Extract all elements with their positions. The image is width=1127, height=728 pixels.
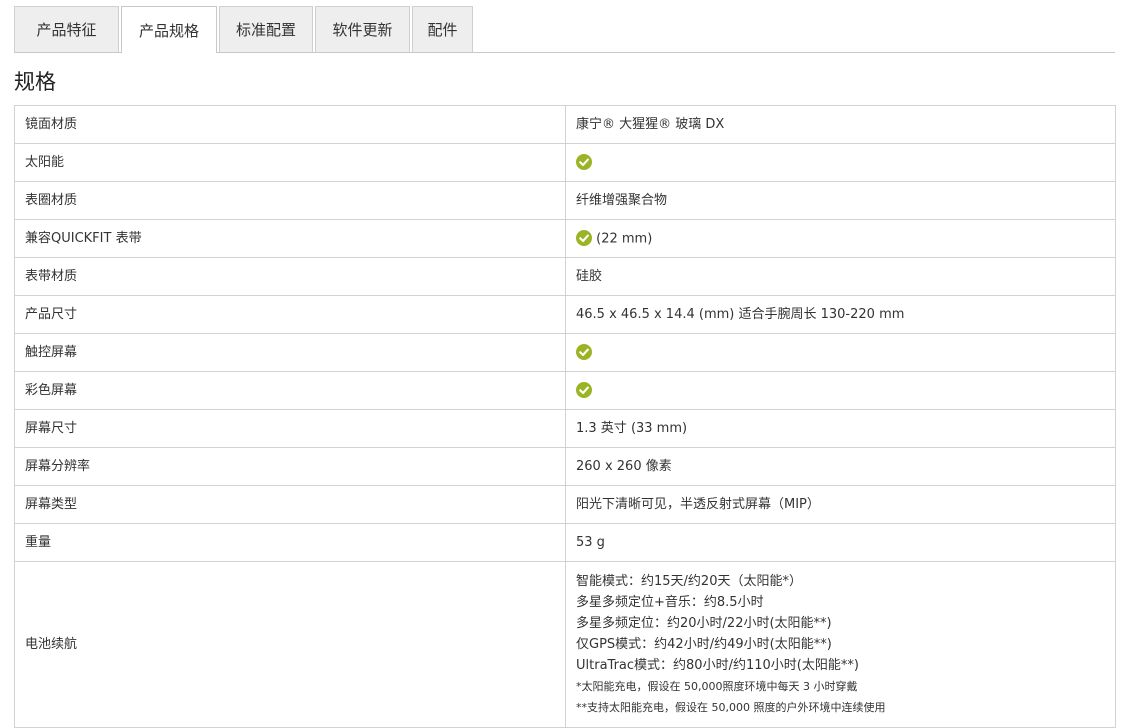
- spec-value: [565, 333, 1116, 372]
- spec-value-text: 硅胶: [576, 269, 603, 284]
- spec-row: 重量 53 g: [14, 523, 1116, 562]
- spec-label: 太阳能: [14, 143, 566, 182]
- spec-row: 太阳能: [14, 143, 1116, 182]
- spec-value: 纤维增强聚合物: [565, 181, 1116, 220]
- spec-row: 兼容QUICKFIT 表带 (22 mm): [14, 219, 1116, 258]
- battery-mode-line: 智能模式：约15天/约20天（太阳能*）: [576, 574, 802, 589]
- section-title: 规格: [14, 70, 56, 94]
- spec-value: 260 x 260 像素: [565, 447, 1116, 486]
- spec-value: 硅胶: [565, 257, 1116, 296]
- spec-value: (22 mm): [565, 219, 1116, 258]
- spec-label: 产品尺寸: [14, 295, 566, 334]
- tab-specs[interactable]: 产品规格: [121, 6, 217, 53]
- spec-label: 彩色屏幕: [14, 371, 566, 410]
- spec-row: 表圈材质 纤维增强聚合物: [14, 181, 1116, 220]
- spec-row: 屏幕尺寸 1.3 英寸 (33 mm): [14, 409, 1116, 448]
- spec-value: 阳光下清晰可见，半透反射式屏幕（MIP）: [565, 485, 1116, 524]
- tab-accessories[interactable]: 配件: [412, 6, 473, 52]
- battery-mode-line: 仅GPS模式：约42小时/约49小时(太阳能**): [576, 637, 832, 652]
- check-circle-icon: [576, 229, 592, 246]
- battery-mode-line: 多星多频定位+音乐：约8.5小时: [576, 595, 764, 610]
- spec-row: 表带材质 硅胶: [14, 257, 1116, 296]
- tab-in-the-box[interactable]: 标准配置: [219, 6, 313, 52]
- tab-software-updates[interactable]: 软件更新: [315, 6, 410, 52]
- tab-bar: 产品特征 产品规格 标准配置 软件更新 配件: [14, 5, 1115, 53]
- spec-value-text: 260 x 260 像素: [576, 459, 672, 474]
- spec-row: 触控屏幕: [14, 333, 1116, 372]
- spec-label: 兼容QUICKFIT 表带: [14, 219, 566, 258]
- spec-label: 触控屏幕: [14, 333, 566, 372]
- spec-row: 产品尺寸 46.5 x 46.5 x 14.4 (mm) 适合手腕周长 130-2…: [14, 295, 1116, 334]
- spec-value-text: 纤维增强聚合物: [576, 193, 668, 208]
- battery-footnote: **支持太阳能充电，假设在 50,000 照度的户外环境中连续使用: [576, 701, 886, 714]
- spec-label: 重量: [14, 523, 566, 562]
- spec-value: 53 g: [565, 523, 1116, 562]
- spec-value: 康宁® 大猩猩® 玻璃 DX: [565, 105, 1116, 144]
- battery-life-list: 智能模式：约15天/约20天（太阳能*） 多星多频定位+音乐：约8.5小时多星多频…: [565, 561, 1116, 728]
- spec-value-text: 46.5 x 46.5 x 14.4 (mm) 适合手腕周长 130-220 m…: [576, 307, 905, 322]
- check-circle-icon: [576, 381, 592, 398]
- spec-row: 屏幕分辨率 260 x 260 像素: [14, 447, 1116, 486]
- tab-features[interactable]: 产品特征: [14, 6, 119, 52]
- spec-label: 屏幕分辨率: [14, 447, 566, 486]
- check-circle-icon: [576, 153, 592, 170]
- spec-label: 屏幕尺寸: [14, 409, 566, 448]
- spec-label: 电池续航: [14, 561, 566, 728]
- spec-value: [565, 143, 1116, 182]
- spec-value-text: 康宁® 大猩猩® 玻璃 DX: [576, 117, 725, 132]
- spec-row: 彩色屏幕: [14, 371, 1116, 410]
- spec-value-text: (22 mm): [596, 231, 653, 246]
- spec-label: 镜面材质: [14, 105, 566, 144]
- check-circle-icon: [576, 343, 592, 360]
- spec-value-text: 53 g: [576, 535, 605, 550]
- spec-row: 镜面材质 康宁® 大猩猩® 玻璃 DX: [14, 105, 1116, 144]
- spec-label: 屏幕类型: [14, 485, 566, 524]
- spec-label: 表圈材质: [14, 181, 566, 220]
- specs-table: 镜面材质 康宁® 大猩猩® 玻璃 DX 太阳能 表圈材质 纤维增强聚合物 兼容QUICKF…: [14, 105, 1116, 728]
- spec-label: 表带材质: [14, 257, 566, 296]
- spec-row: 屏幕类型 阳光下清晰可见，半透反射式屏幕（MIP）: [14, 485, 1116, 524]
- battery-footnote: *太阳能充电，假设在 50,000照度环境中每天 3 小时穿戴: [576, 680, 858, 693]
- battery-mode-line: 多星多频定位：约20小时/22小时(太阳能**): [576, 616, 832, 631]
- spec-value-text: 阳光下清晰可见，半透反射式屏幕（MIP）: [576, 497, 820, 512]
- spec-value: 1.3 英寸 (33 mm): [565, 409, 1116, 448]
- battery-mode-line: UltraTrac模式：约80小时/约110小时(太阳能**): [576, 658, 859, 673]
- spec-value: 46.5 x 46.5 x 14.4 (mm) 适合手腕周长 130-220 m…: [565, 295, 1116, 334]
- spec-row-battery: 电池续航 智能模式：约15天/约20天（太阳能*） 多星多频定位+音乐：约8.5小时…: [14, 561, 1116, 728]
- spec-value-text: 1.3 英寸 (33 mm): [576, 421, 688, 436]
- spec-value: [565, 371, 1116, 410]
